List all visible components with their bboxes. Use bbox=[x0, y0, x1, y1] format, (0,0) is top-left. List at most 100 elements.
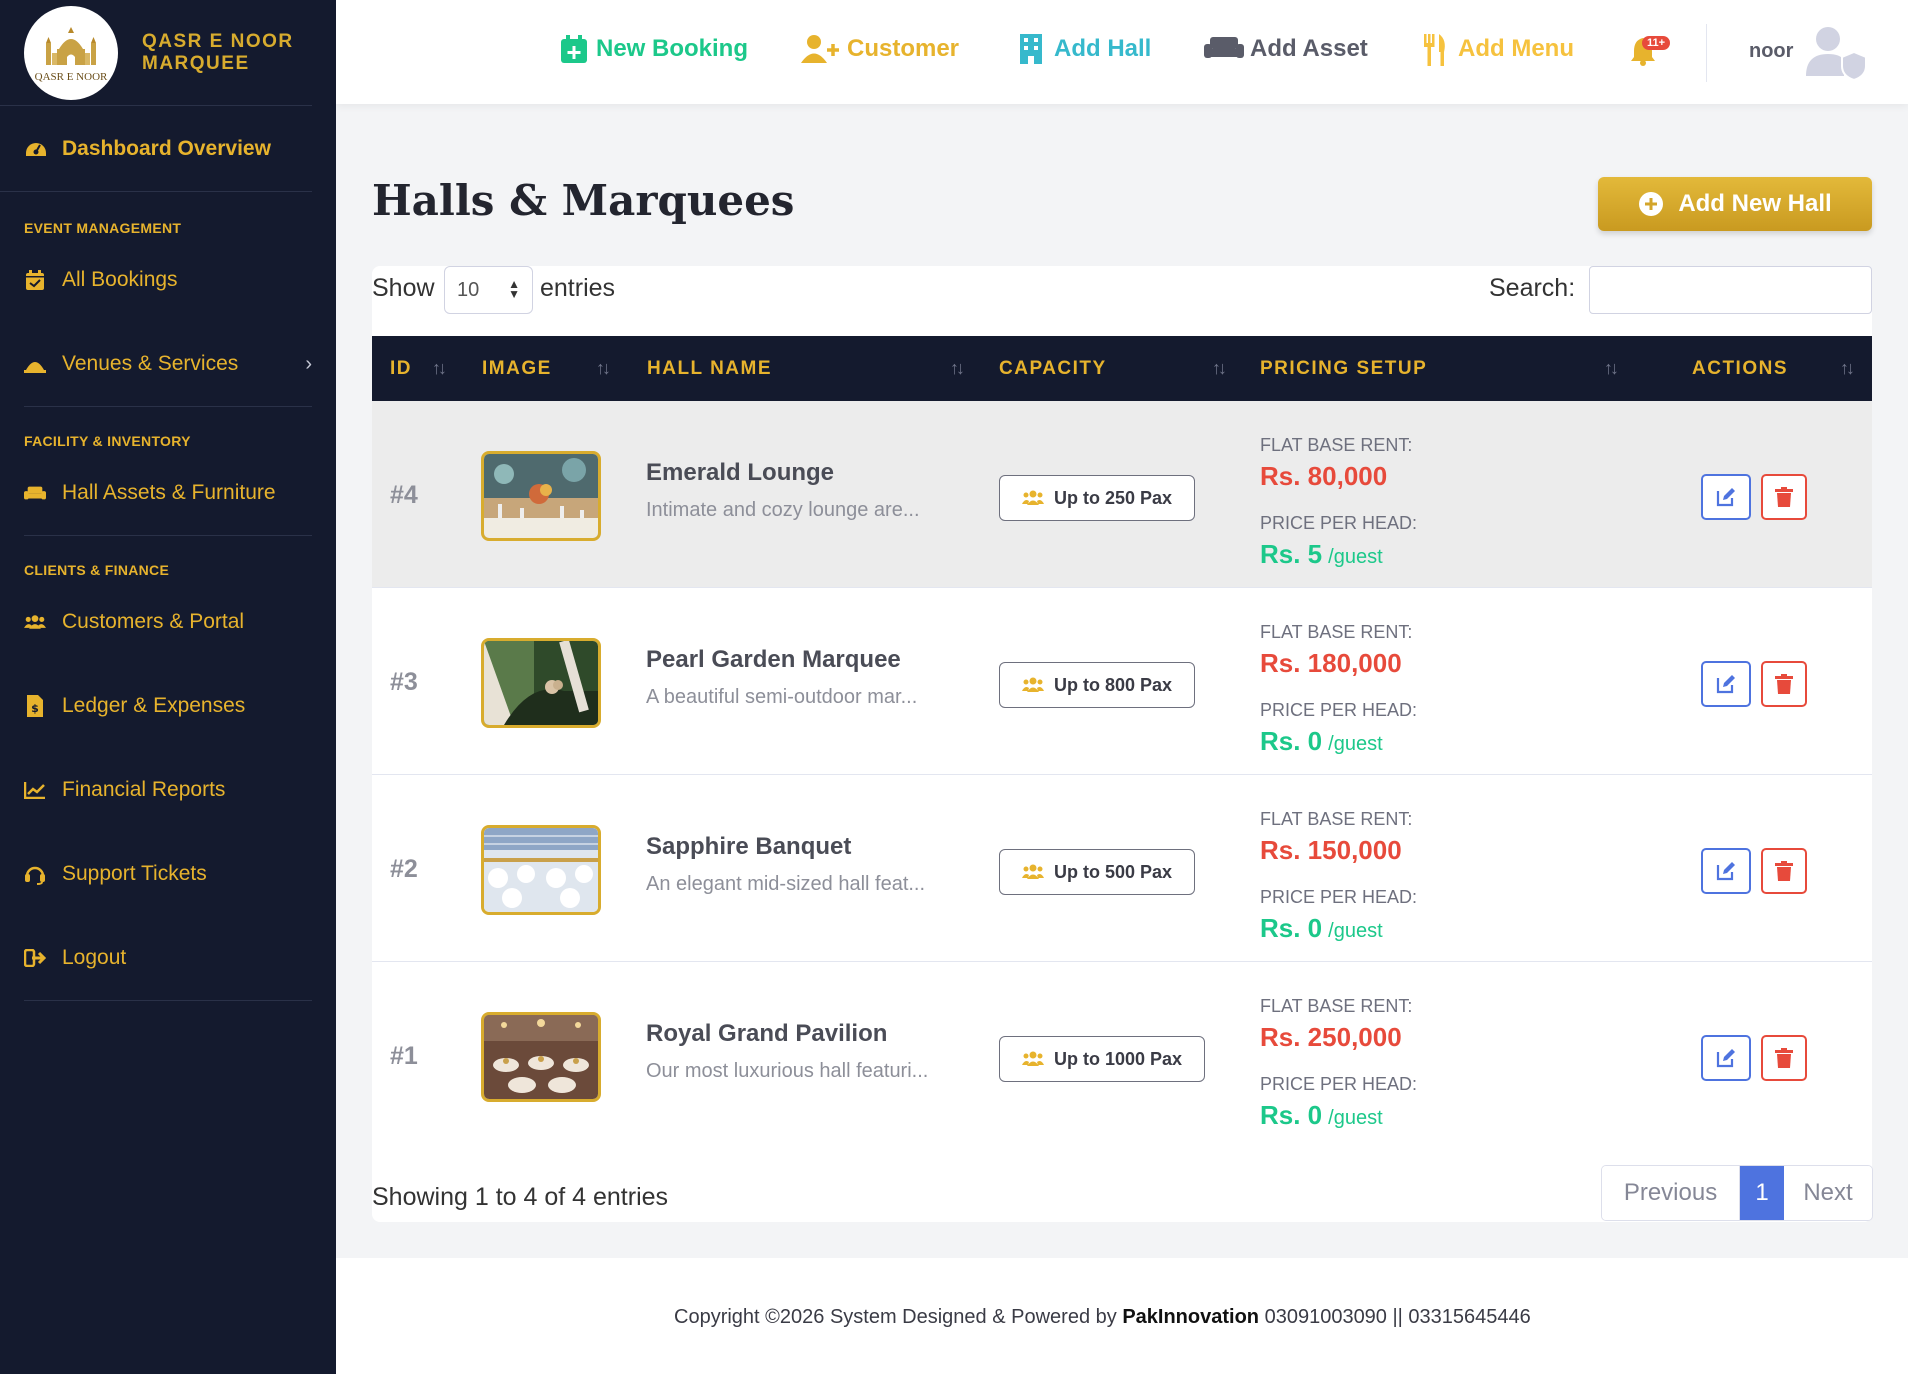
section-facility-inventory: FACILITY & INVENTORY bbox=[24, 433, 191, 449]
sort-icon[interactable]: ↑↓ bbox=[1840, 358, 1855, 379]
rent-label: FLAT BASE RENT: bbox=[1260, 809, 1413, 829]
sidebar-item-label: Venues & Services bbox=[62, 352, 239, 375]
hall-thumbnail[interactable] bbox=[481, 825, 601, 915]
edit-icon bbox=[1716, 675, 1735, 694]
topnav-add-menu[interactable]: Add Menu bbox=[1422, 34, 1574, 66]
show-label: Show bbox=[372, 274, 435, 302]
footer-copyright: Copyright ©2026 System Designed & Powere… bbox=[674, 1306, 1531, 1329]
hall-thumbnail[interactable] bbox=[481, 638, 601, 728]
capacity-badge: Up to 1000 Pax bbox=[999, 1036, 1206, 1082]
sort-icon[interactable]: ↑↓ bbox=[1212, 358, 1227, 379]
section-event-management: EVENT MANAGEMENT bbox=[24, 220, 182, 236]
users-icon bbox=[1022, 490, 1044, 506]
topnav-add-asset[interactable]: Add Asset bbox=[1204, 34, 1368, 64]
sidebar-item-customers-portal[interactable]: Customers & Portal bbox=[0, 580, 312, 664]
capacity-badge: Up to 500 Pax bbox=[999, 849, 1196, 895]
users-icon bbox=[24, 611, 46, 633]
flat-base-rent: Rs. 180,000 bbox=[1260, 648, 1402, 678]
hall-description: Intimate and cozy lounge are... bbox=[646, 499, 920, 521]
price-per-head: Rs. 0/guest bbox=[1260, 1100, 1383, 1131]
sort-icon[interactable]: ↑↓ bbox=[432, 358, 447, 379]
hall-name: Sapphire Banquet bbox=[646, 833, 852, 860]
capacity-text: Up to 800 Pax bbox=[1054, 674, 1173, 695]
sort-icon[interactable]: ↑↓ bbox=[1604, 358, 1619, 379]
user-name[interactable]: noor bbox=[1749, 40, 1793, 63]
capacity-text: Up to 250 Pax bbox=[1054, 487, 1173, 508]
flat-base-rent: Rs. 250,000 bbox=[1260, 1022, 1402, 1052]
column-header-actions[interactable]: ACTIONS bbox=[1692, 358, 1788, 380]
pagination-next[interactable]: Next bbox=[1784, 1166, 1872, 1220]
delete-button[interactable] bbox=[1761, 1035, 1807, 1081]
users-icon bbox=[1022, 677, 1044, 693]
per-head-value: Rs. 0 bbox=[1260, 1100, 1323, 1130]
delete-button[interactable] bbox=[1761, 848, 1807, 894]
delete-button[interactable] bbox=[1761, 474, 1807, 520]
table-row: #3 Pearl Garden Marquee A beautiful semi… bbox=[372, 588, 1872, 775]
hall-name: Pearl Garden Marquee bbox=[646, 646, 901, 673]
pagination-previous[interactable]: Previous bbox=[1602, 1166, 1740, 1220]
sidebar-item-logout[interactable]: Logout bbox=[0, 916, 312, 1000]
footer-company[interactable]: PakInnovation bbox=[1122, 1306, 1259, 1328]
sidebar-item-ledger-expenses[interactable]: $ Ledger & Expenses bbox=[0, 664, 312, 748]
add-new-hall-label: Add New Hall bbox=[1678, 190, 1832, 217]
nav-dashboard-overview[interactable]: Dashboard Overview bbox=[0, 106, 312, 192]
topnav-customer[interactable]: Customer bbox=[801, 34, 959, 64]
sidebar-item-venues-services[interactable]: Venues & Services › bbox=[0, 322, 312, 406]
user-shield-icon[interactable] bbox=[1806, 26, 1867, 82]
per-head-value: Rs. 5 bbox=[1260, 539, 1323, 569]
hall-thumbnail[interactable] bbox=[481, 451, 601, 541]
hall-thumbnail[interactable] bbox=[481, 1012, 601, 1102]
couch-icon bbox=[24, 482, 46, 504]
invoice-icon: $ bbox=[24, 695, 46, 717]
rent-label: FLAT BASE RENT: bbox=[1260, 435, 1413, 455]
trash-icon bbox=[1775, 487, 1793, 507]
topbar-divider bbox=[1706, 24, 1707, 82]
sidebar-item-all-bookings[interactable]: All Bookings bbox=[0, 238, 312, 322]
column-header-hall-name[interactable]: HALL NAME bbox=[647, 358, 772, 380]
footer-phones: 03091003090 || 03315645446 bbox=[1264, 1306, 1531, 1328]
sidebar-item-financial-reports[interactable]: Financial Reports bbox=[0, 748, 312, 832]
column-header-image[interactable]: IMAGE bbox=[482, 358, 552, 380]
sort-icon[interactable]: ↑↓ bbox=[950, 358, 965, 379]
capacity-badge: Up to 800 Pax bbox=[999, 662, 1196, 708]
sidebar: QASR E NOOR QASR E NOOR MARQUEE Dashboar… bbox=[0, 0, 336, 1374]
trash-icon bbox=[1775, 861, 1793, 881]
select-arrows-icon: ▲ ▼ bbox=[508, 277, 520, 301]
column-header-id[interactable]: ID bbox=[390, 358, 412, 380]
per-head-unit: /guest bbox=[1328, 733, 1383, 755]
sidebar-item-label: Customers & Portal bbox=[62, 610, 245, 633]
search-label: Search: bbox=[1489, 274, 1576, 302]
search-input[interactable] bbox=[1589, 266, 1872, 314]
sidebar-item-hall-assets[interactable]: Hall Assets & Furniture bbox=[0, 451, 312, 535]
edit-button[interactable] bbox=[1701, 848, 1751, 894]
entries-per-page-select[interactable]: 10 ▲ ▼ bbox=[444, 266, 533, 314]
hall-id: #4 bbox=[390, 481, 418, 509]
add-new-hall-button[interactable]: Add New Hall bbox=[1598, 177, 1872, 231]
section-clients-finance: CLIENTS & FINANCE bbox=[24, 562, 170, 578]
hall-id: #3 bbox=[390, 668, 418, 696]
column-header-capacity[interactable]: CAPACITY bbox=[999, 358, 1107, 380]
edit-button[interactable] bbox=[1701, 1035, 1751, 1081]
couch-icon bbox=[1204, 34, 1244, 64]
nav-dashboard-label: Dashboard Overview bbox=[62, 136, 271, 160]
pagination-page-1[interactable]: 1 bbox=[1740, 1166, 1784, 1220]
calendar-plus-icon bbox=[560, 34, 590, 64]
logo-text: QASR E NOOR bbox=[34, 70, 108, 83]
per-head-label: PRICE PER HEAD: bbox=[1260, 513, 1418, 533]
per-head-value: Rs. 0 bbox=[1260, 726, 1323, 756]
sort-icon[interactable]: ↑↓ bbox=[596, 358, 611, 379]
per-head-unit: /guest bbox=[1328, 920, 1383, 942]
sidebar-item-label: Hall Assets & Furniture bbox=[62, 481, 276, 504]
delete-button[interactable] bbox=[1761, 661, 1807, 707]
topnav-new-booking[interactable]: New Booking bbox=[560, 34, 748, 64]
brand[interactable]: QASR E NOOR QASR E NOOR MARQUEE bbox=[0, 0, 312, 106]
sidebar-item-support-tickets[interactable]: Support Tickets bbox=[0, 832, 312, 916]
column-header-pricing[interactable]: PRICING SETUP bbox=[1260, 358, 1427, 380]
users-icon bbox=[1022, 1051, 1044, 1067]
edit-button[interactable] bbox=[1701, 661, 1751, 707]
topnav-add-hall[interactable]: Add Hall bbox=[1018, 34, 1151, 64]
edit-button[interactable] bbox=[1701, 474, 1751, 520]
hall-id: #1 bbox=[390, 1042, 418, 1070]
calendar-check-icon bbox=[24, 269, 46, 291]
chevron-right-icon: › bbox=[305, 352, 312, 375]
